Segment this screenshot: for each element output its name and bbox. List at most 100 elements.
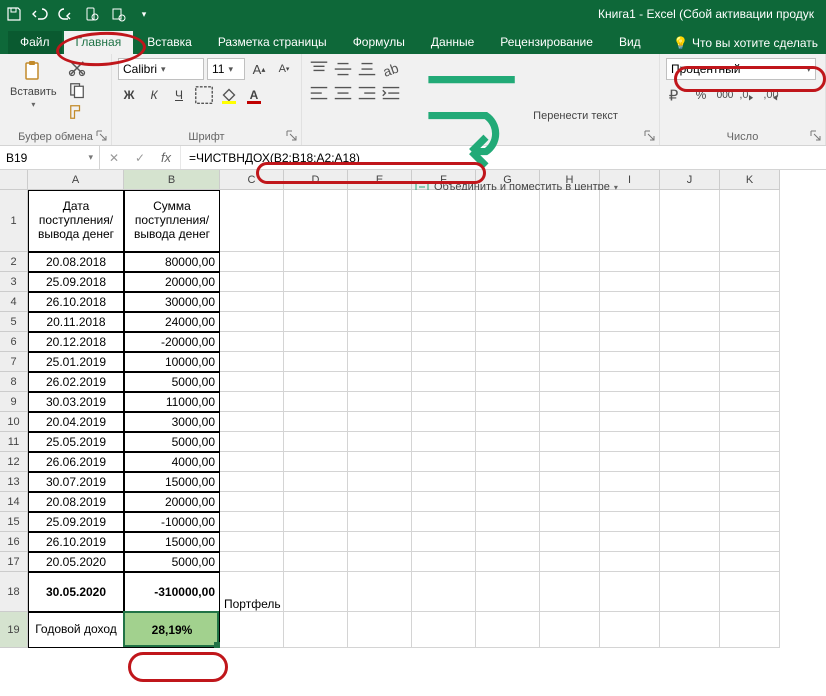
cell[interactable] <box>600 512 660 532</box>
cell[interactable] <box>600 392 660 412</box>
cell[interactable] <box>476 312 540 332</box>
select-all-corner[interactable] <box>0 170 28 190</box>
row-header[interactable]: 15 <box>0 512 28 532</box>
cell[interactable] <box>720 352 780 372</box>
tab-view[interactable]: Вид <box>607 31 653 54</box>
qat-more-icon[interactable]: ▾ <box>136 6 152 22</box>
amount-cell[interactable]: 10000,00 <box>124 352 220 372</box>
cell[interactable] <box>220 392 284 412</box>
date-cell[interactable]: 25.01.2019 <box>28 352 124 372</box>
cell[interactable] <box>476 512 540 532</box>
cell[interactable] <box>600 292 660 312</box>
cell[interactable] <box>348 532 412 552</box>
cell[interactable] <box>600 332 660 352</box>
cell[interactable] <box>660 492 720 512</box>
cell[interactable] <box>540 252 600 272</box>
orientation-icon[interactable]: ab <box>380 58 402 80</box>
cell[interactable] <box>284 392 348 412</box>
align-middle-icon[interactable] <box>332 58 354 80</box>
row-header[interactable]: 6 <box>0 332 28 352</box>
cell[interactable] <box>476 572 540 612</box>
cell[interactable] <box>348 552 412 572</box>
row-header[interactable]: 9 <box>0 392 28 412</box>
decrease-font-icon[interactable]: A▾ <box>273 58 295 80</box>
date-cell[interactable]: 26.02.2019 <box>28 372 124 392</box>
date-cell[interactable]: 20.05.2020 <box>28 552 124 572</box>
cell[interactable] <box>348 392 412 412</box>
amount-cell[interactable]: -310000,00 <box>124 572 220 612</box>
header-cell[interactable]: Дата поступления/ вывода денег <box>28 190 124 252</box>
cell[interactable] <box>412 532 476 552</box>
cell[interactable] <box>600 312 660 332</box>
amount-cell[interactable]: 15000,00 <box>124 532 220 552</box>
cell[interactable] <box>220 412 284 432</box>
cell[interactable] <box>348 492 412 512</box>
cell[interactable] <box>660 190 720 252</box>
cell[interactable] <box>476 412 540 432</box>
cell[interactable] <box>412 572 476 612</box>
cell[interactable] <box>600 190 660 252</box>
cell[interactable] <box>720 312 780 332</box>
cell[interactable] <box>220 372 284 392</box>
row-header[interactable]: 7 <box>0 352 28 372</box>
cell[interactable] <box>412 512 476 532</box>
save-icon[interactable] <box>6 6 22 22</box>
align-left-icon[interactable] <box>308 82 330 104</box>
cell[interactable] <box>476 292 540 312</box>
cell[interactable] <box>660 472 720 492</box>
cell[interactable] <box>220 292 284 312</box>
cell[interactable] <box>660 512 720 532</box>
cell[interactable] <box>348 292 412 312</box>
amount-cell[interactable]: 24000,00 <box>124 312 220 332</box>
amount-cell[interactable]: 20000,00 <box>124 272 220 292</box>
cell[interactable] <box>412 472 476 492</box>
cell[interactable] <box>348 472 412 492</box>
cell[interactable] <box>660 272 720 292</box>
fill-color-icon[interactable] <box>218 84 240 106</box>
cell[interactable] <box>476 372 540 392</box>
cell[interactable] <box>476 352 540 372</box>
row-header[interactable]: 4 <box>0 292 28 312</box>
tell-me[interactable]: 💡 Что вы хотите сделать <box>665 32 826 54</box>
cell[interactable] <box>540 312 600 332</box>
date-cell[interactable]: 26.10.2019 <box>28 532 124 552</box>
date-cell[interactable]: 26.06.2019 <box>28 452 124 472</box>
cell[interactable] <box>660 352 720 372</box>
font-name-combo[interactable]: Calibri▾ <box>118 58 204 80</box>
cell[interactable] <box>220 532 284 552</box>
cell[interactable] <box>720 532 780 552</box>
cell[interactable] <box>600 612 660 648</box>
amount-cell[interactable]: 5000,00 <box>124 372 220 392</box>
cell[interactable] <box>600 352 660 372</box>
cell[interactable] <box>412 312 476 332</box>
cell[interactable] <box>600 452 660 472</box>
increase-font-icon[interactable]: A▴ <box>248 58 270 80</box>
cell[interactable] <box>600 432 660 452</box>
cell[interactable] <box>284 472 348 492</box>
cell[interactable] <box>412 452 476 472</box>
cell[interactable] <box>660 432 720 452</box>
cell[interactable] <box>600 272 660 292</box>
cell[interactable] <box>220 612 284 648</box>
cell[interactable] <box>348 272 412 292</box>
cell[interactable] <box>660 412 720 432</box>
cell[interactable] <box>720 552 780 572</box>
cell[interactable] <box>720 292 780 312</box>
cell[interactable] <box>220 512 284 532</box>
cell[interactable] <box>412 352 476 372</box>
cell[interactable] <box>720 412 780 432</box>
cell[interactable] <box>348 332 412 352</box>
cell[interactable] <box>476 252 540 272</box>
indent-icon[interactable] <box>380 82 402 104</box>
bold-button[interactable]: Ж <box>118 84 140 106</box>
cell[interactable] <box>412 292 476 312</box>
cell[interactable] <box>540 432 600 452</box>
row-header[interactable]: 2 <box>0 252 28 272</box>
date-cell[interactable]: 20.04.2019 <box>28 412 124 432</box>
cell[interactable] <box>412 552 476 572</box>
cell[interactable] <box>660 372 720 392</box>
row-header[interactable]: 5 <box>0 312 28 332</box>
cell[interactable] <box>412 392 476 412</box>
cell[interactable] <box>284 492 348 512</box>
cell[interactable] <box>540 492 600 512</box>
